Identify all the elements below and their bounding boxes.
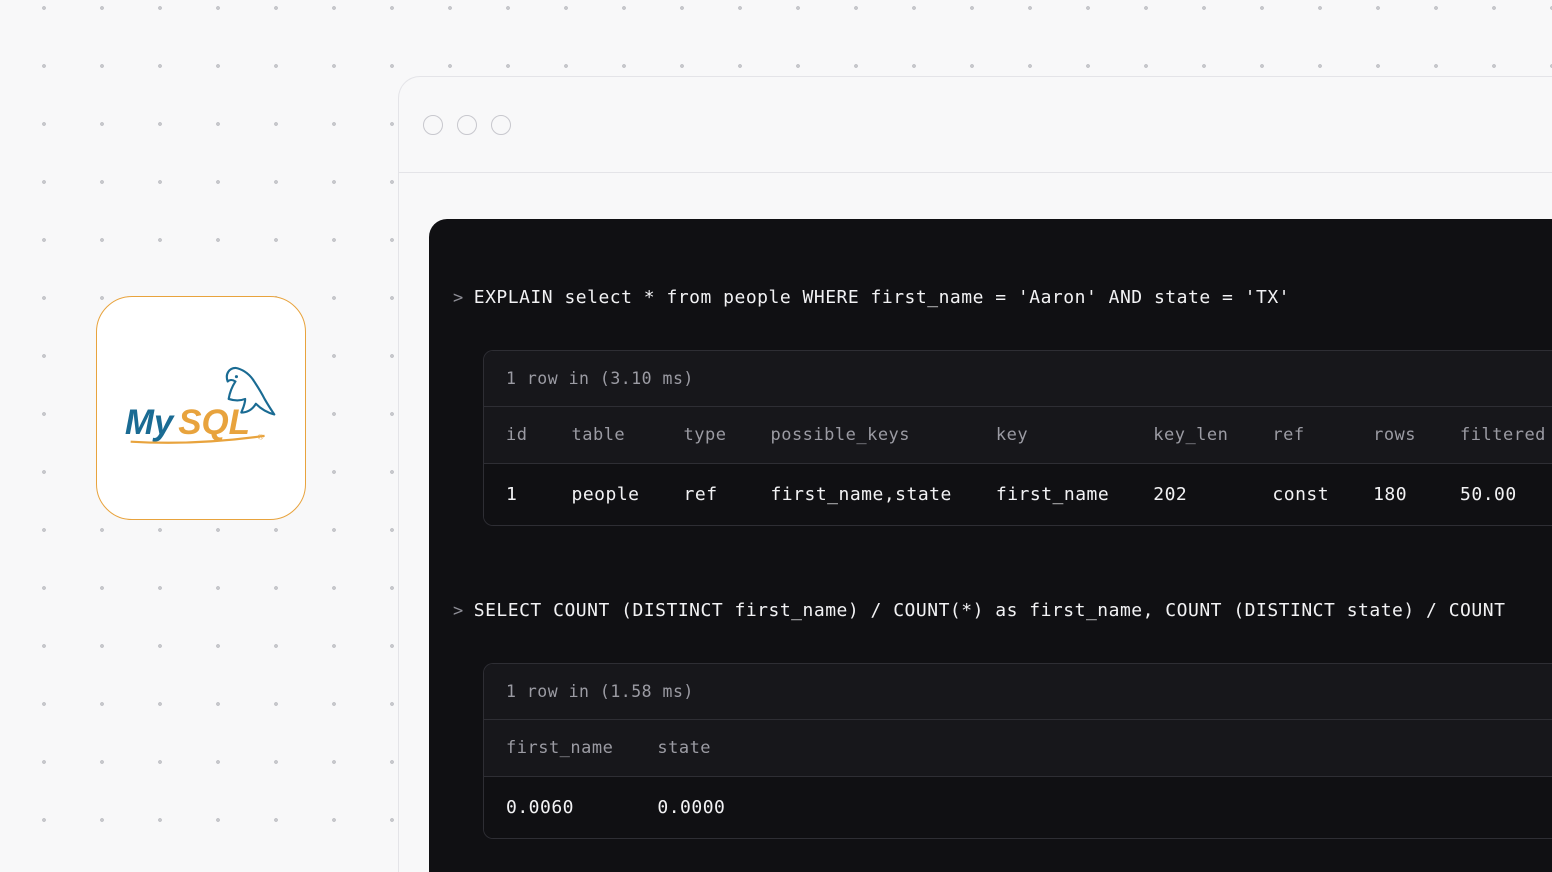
column-header: key_len (1131, 407, 1250, 464)
table-cell: 50.00 (1438, 464, 1552, 526)
column-header: rows (1351, 407, 1438, 464)
table-cell: first_name (974, 464, 1131, 526)
table-cell: 180 (1351, 464, 1438, 526)
query-sql: EXPLAIN select * from people WHERE first… (474, 287, 1290, 308)
column-header: filtered (1438, 407, 1552, 464)
table-row: 0.0060 0.0000 (484, 777, 1552, 839)
table-cell: 0.0000 (635, 777, 1552, 839)
mysql-logo-card: My SQL ® (96, 296, 306, 520)
column-header: possible_keys (748, 407, 973, 464)
column-header: key (974, 407, 1131, 464)
window-titlebar (399, 77, 1552, 173)
window-control-close[interactable] (423, 115, 443, 135)
table-cell: people (549, 464, 661, 526)
result-box: 1 row in (1.58 ms) first_name state 0.00… (483, 663, 1552, 839)
table-cell: 202 (1131, 464, 1250, 526)
table-cell: const (1250, 464, 1351, 526)
window-control-minimize[interactable] (457, 115, 477, 135)
prompt-caret-icon: > (453, 601, 464, 621)
result-meta: 1 row in (1.58 ms) (484, 664, 1552, 720)
table-cell: 1 (484, 464, 549, 526)
column-header: type (662, 407, 749, 464)
table-cell: ref (662, 464, 749, 526)
table-header-row: first_name state (484, 720, 1552, 777)
window-control-maximize[interactable] (491, 115, 511, 135)
query-line: > EXPLAIN select * from people WHERE fir… (453, 287, 1552, 308)
table-cell: first_name,state (748, 464, 973, 526)
result-meta: 1 row in (3.10 ms) (484, 351, 1552, 407)
svg-text:SQL: SQL (178, 403, 250, 442)
svg-text:My: My (124, 403, 174, 442)
query-sql: SELECT COUNT (DISTINCT first_name) / COU… (474, 600, 1506, 621)
column-header: ref (1250, 407, 1351, 464)
result-table: first_name state 0.0060 0.0000 (484, 720, 1552, 838)
query-line: > SELECT COUNT (DISTINCT first_name) / C… (453, 600, 1552, 621)
app-window: > EXPLAIN select * from people WHERE fir… (398, 76, 1552, 872)
table-row: 1 people ref first_name,state first_name… (484, 464, 1552, 526)
terminal-panel: > EXPLAIN select * from people WHERE fir… (429, 219, 1552, 872)
column-header: table (549, 407, 661, 464)
column-header: state (635, 720, 1552, 777)
column-header: first_name (484, 720, 635, 777)
column-header: id (484, 407, 549, 464)
table-cell: 0.0060 (484, 777, 635, 839)
result-table: id table type possible_keys key key_len … (484, 407, 1552, 525)
result-box: 1 row in (3.10 ms) id table type possibl… (483, 350, 1552, 526)
prompt-caret-icon: > (453, 288, 464, 308)
table-header-row: id table type possible_keys key key_len … (484, 407, 1552, 464)
mysql-logo-icon: My SQL ® (119, 364, 284, 451)
